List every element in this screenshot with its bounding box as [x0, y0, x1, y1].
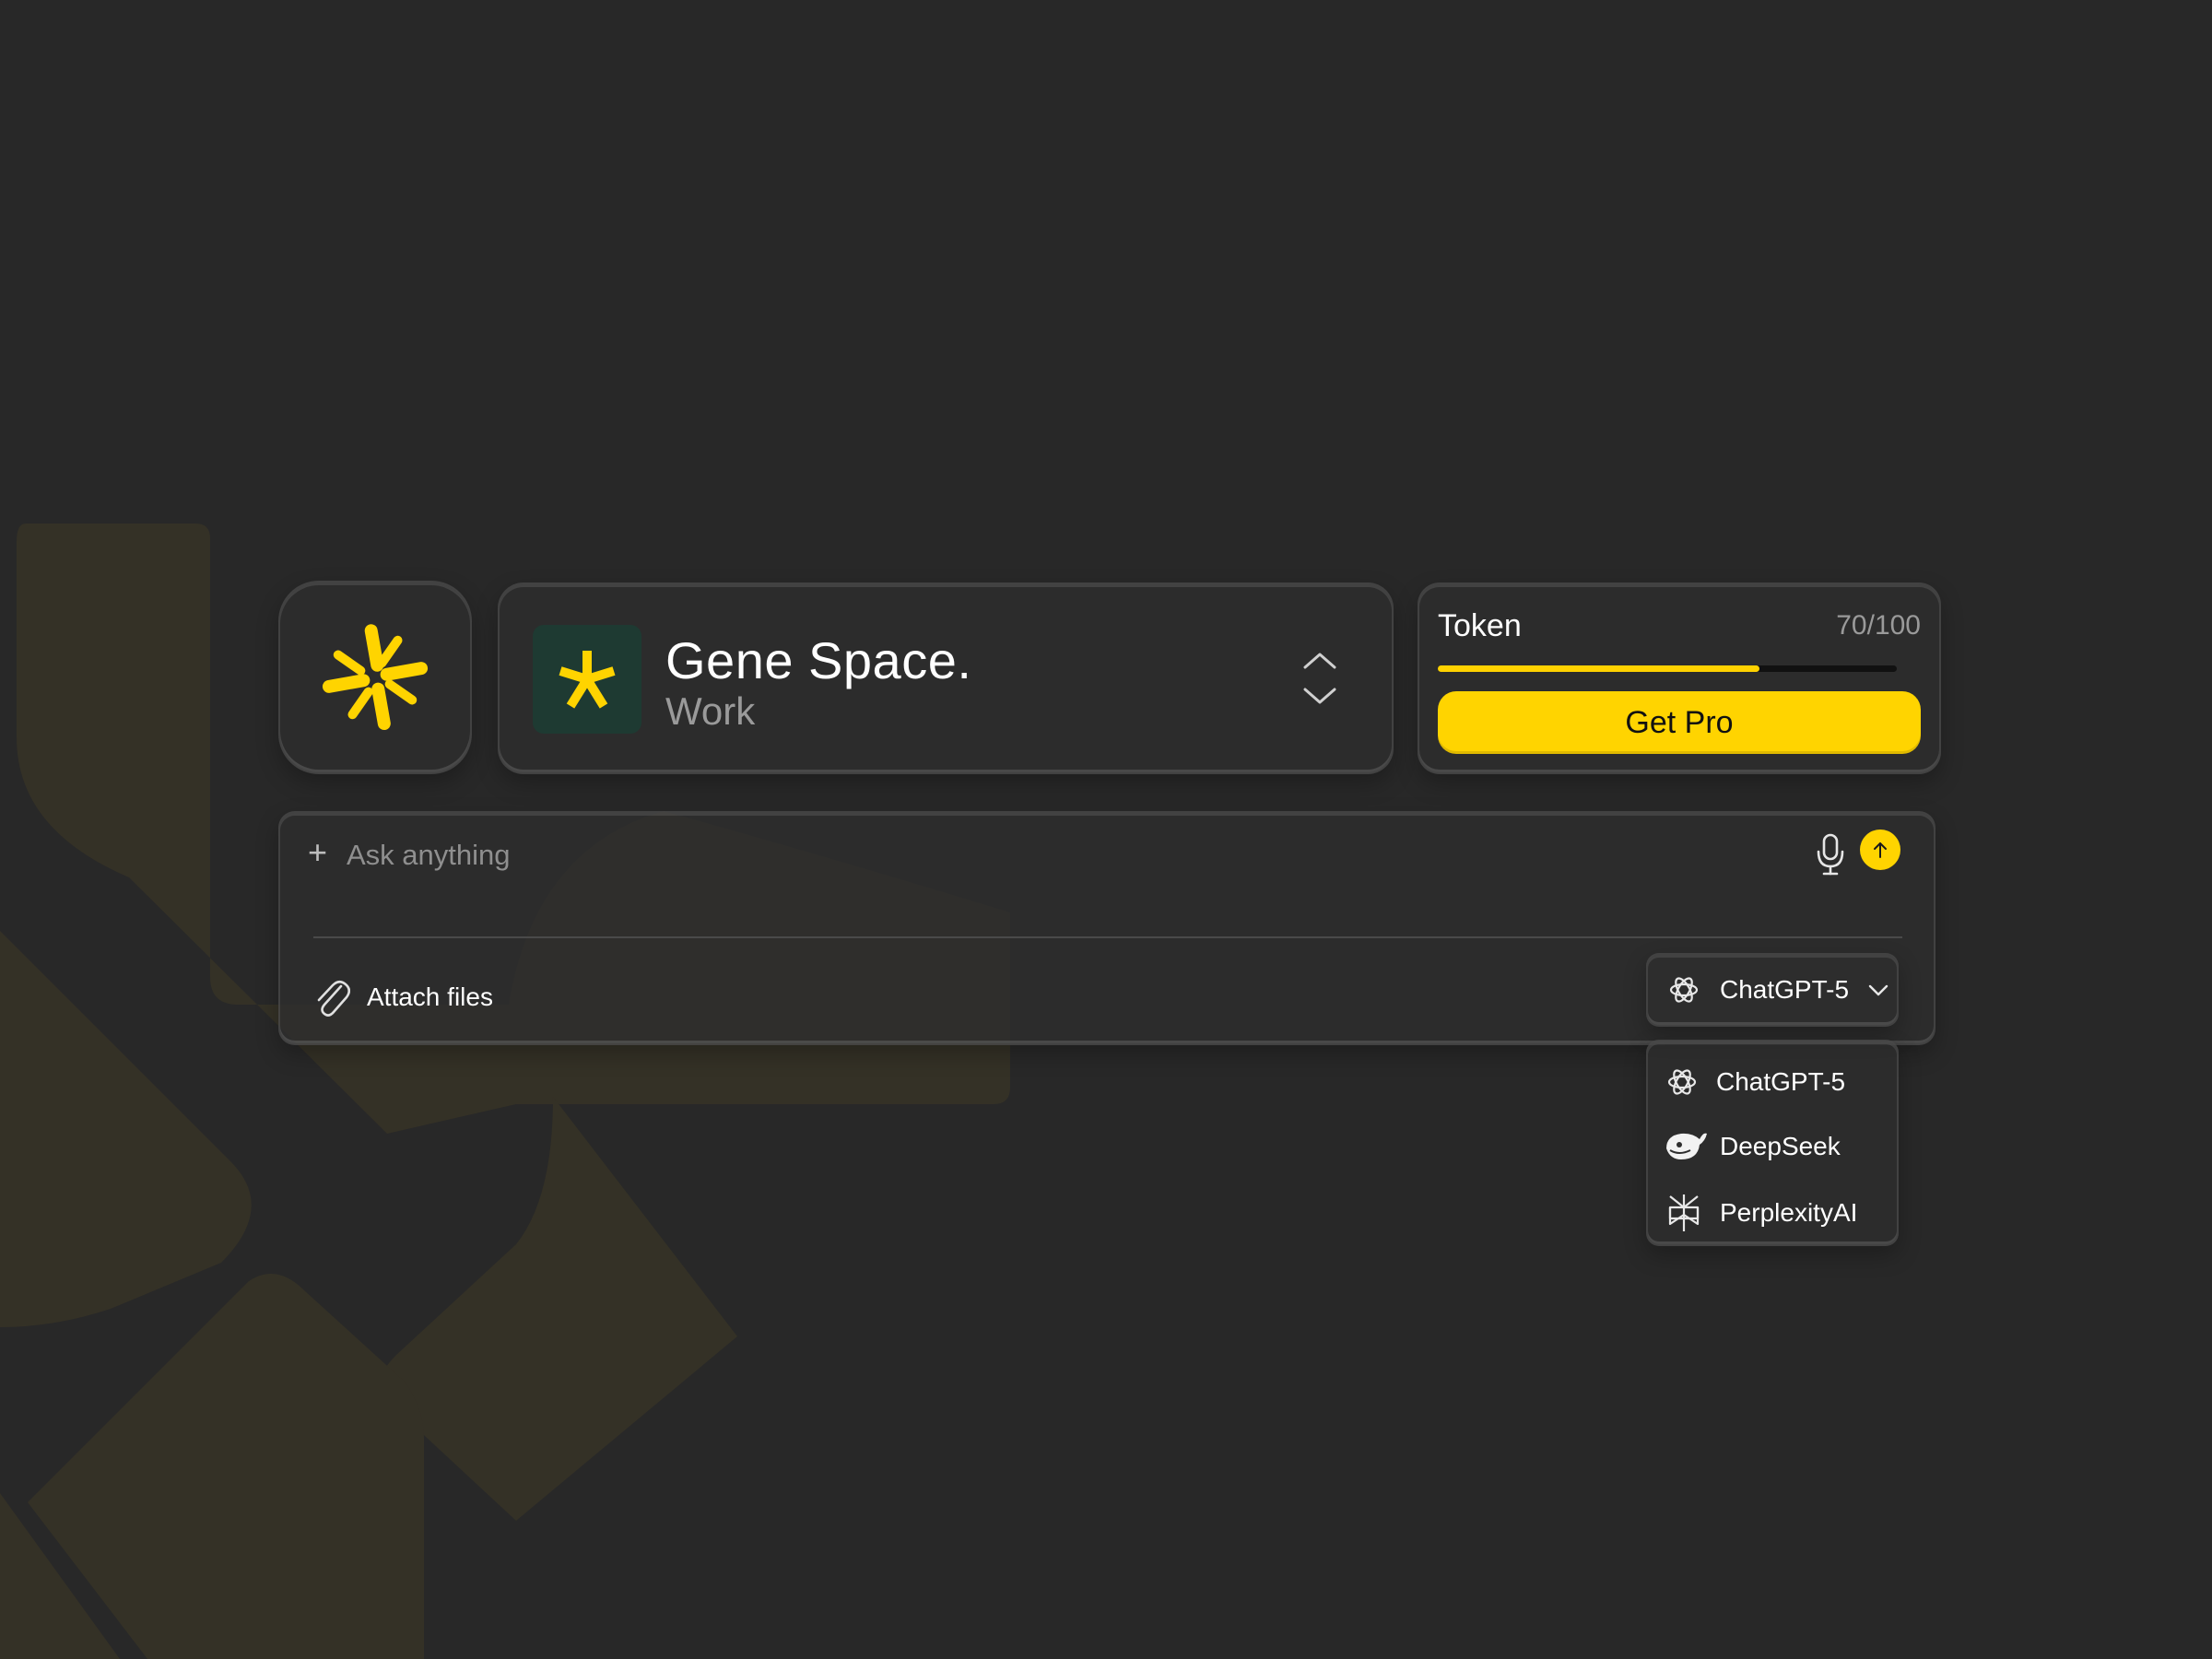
- plus-icon[interactable]: +: [308, 833, 327, 872]
- arrow-up-icon: [1874, 842, 1887, 858]
- get-pro-button[interactable]: Get Pro: [1438, 691, 1921, 754]
- token-value: 70/100: [1836, 610, 1921, 641]
- model-menu-item-chatgpt[interactable]: ChatGPT-5: [1666, 1056, 1845, 1108]
- model-menu-item-perplexity[interactable]: PerplexityAI: [1666, 1187, 1857, 1239]
- microphone-icon[interactable]: [1812, 831, 1849, 877]
- token-progress-bar: [1438, 665, 1897, 672]
- model-menu: ChatGPT-5 DeepSeek PerplexityAI: [1646, 1040, 1899, 1246]
- send-button[interactable]: [1860, 830, 1900, 870]
- token-progress-fill: [1438, 665, 1759, 672]
- model-menu-item-label: ChatGPT-5: [1716, 1067, 1846, 1096]
- openai-icon: [1669, 977, 1699, 1003]
- workspace-subtitle: Work: [665, 689, 756, 733]
- model-menu-item-label: PerplexityAI: [1720, 1198, 1858, 1227]
- pinwheel-logo-icon: [322, 624, 429, 731]
- openai-icon: [1667, 1069, 1697, 1095]
- app-logo-button[interactable]: [278, 581, 472, 774]
- attach-files-button[interactable]: Attach files: [313, 970, 493, 1025]
- asterisk-icon: [559, 651, 616, 709]
- deepseek-whale-icon: [1666, 1133, 1707, 1159]
- chevron-down-icon: [1868, 984, 1888, 996]
- model-select-label: ChatGPT-5: [1720, 975, 1850, 1004]
- paperclip-icon: [317, 980, 350, 1017]
- composer-divider: [313, 936, 1902, 938]
- chevron-up-down-icon[interactable]: [1292, 641, 1347, 715]
- perplexity-icon: [1668, 1194, 1700, 1231]
- prompt-input[interactable]: [345, 833, 1454, 877]
- token-label: Token: [1438, 608, 1522, 643]
- token-card: Token 70/100 Get Pro: [1418, 582, 1941, 774]
- model-select[interactable]: ChatGPT-5: [1646, 953, 1899, 1027]
- attach-files-label: Attach files: [367, 982, 493, 1011]
- workspace-name: Gene Space.: [665, 631, 972, 689]
- model-menu-item-label: DeepSeek: [1720, 1132, 1841, 1160]
- workspace-avatar: [533, 625, 641, 734]
- workspace-selector[interactable]: Gene Space. Work: [498, 582, 1394, 774]
- model-menu-item-deepseek[interactable]: DeepSeek: [1663, 1121, 1841, 1172]
